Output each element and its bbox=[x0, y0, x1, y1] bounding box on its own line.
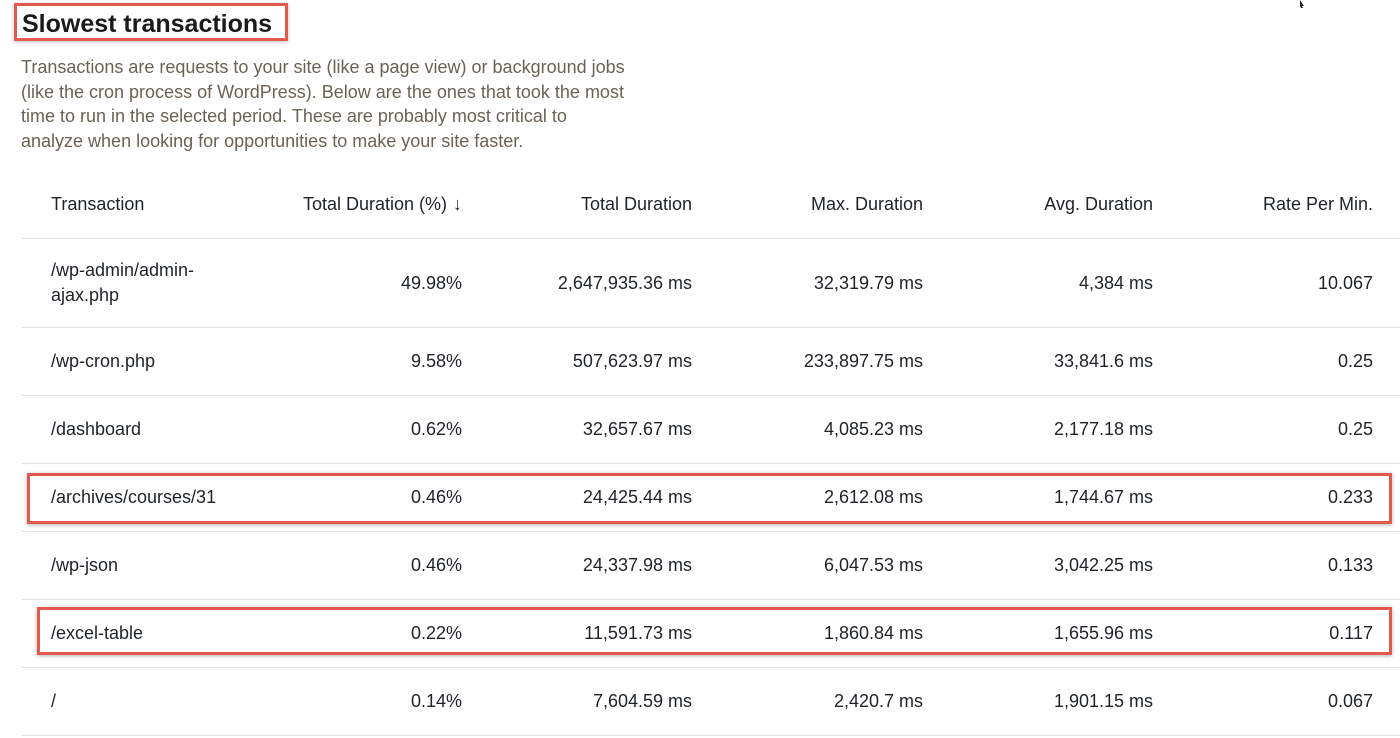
cell-spacer bbox=[1373, 531, 1400, 600]
cell-total-duration: 24,425.44 ms bbox=[462, 463, 692, 532]
column-header-total-duration[interactable]: Total Duration bbox=[462, 170, 692, 239]
cell-max-duration: 1,860.84 ms bbox=[692, 599, 923, 668]
table-row[interactable]: /archives/courses/31 0.46% 24,425.44 ms … bbox=[21, 463, 1400, 532]
cell-transaction: /dashboard bbox=[21, 395, 252, 464]
mouse-cursor-icon bbox=[1300, 0, 1304, 8]
cell-transaction: / bbox=[21, 667, 252, 736]
page-title: Slowest transactions bbox=[22, 10, 273, 38]
table-row[interactable]: /dashboard 0.62% 32,657.67 ms 4,085.23 m… bbox=[21, 395, 1400, 464]
cell-transaction: /archives/courses/31 bbox=[21, 463, 252, 532]
transactions-table: Transaction Total Duration (%) ↓ Total Du… bbox=[21, 170, 1400, 736]
cell-spacer bbox=[1373, 327, 1400, 396]
cell-avg-duration: 4,384 ms bbox=[923, 238, 1153, 328]
cell-rate-per-min: 0.25 bbox=[1153, 395, 1373, 464]
cell-max-duration: 2,612.08 ms bbox=[692, 463, 923, 532]
cell-total-duration-pct: 49.98% bbox=[252, 238, 462, 328]
cell-spacer bbox=[1373, 667, 1400, 736]
cell-spacer bbox=[1373, 463, 1400, 532]
cell-transaction: /excel-table bbox=[21, 599, 252, 668]
cell-avg-duration: 3,042.25 ms bbox=[923, 531, 1153, 600]
cell-avg-duration: 2,177.18 ms bbox=[923, 395, 1153, 464]
cell-spacer bbox=[1373, 238, 1400, 328]
cell-rate-per-min: 0.117 bbox=[1153, 599, 1373, 668]
cell-spacer bbox=[1373, 395, 1400, 464]
table-row[interactable]: /wp-json 0.46% 24,337.98 ms 6,047.53 ms … bbox=[21, 531, 1400, 600]
cell-rate-per-min: 0.133 bbox=[1153, 531, 1373, 600]
cell-total-duration-pct: 0.14% bbox=[252, 667, 462, 736]
cell-total-duration: 11,591.73 ms bbox=[462, 599, 692, 668]
cell-total-duration: 24,337.98 ms bbox=[462, 531, 692, 600]
cell-max-duration: 6,047.53 ms bbox=[692, 531, 923, 600]
cell-total-duration-pct: 0.46% bbox=[252, 531, 462, 600]
cell-spacer bbox=[1373, 599, 1400, 668]
cell-rate-per-min: 0.25 bbox=[1153, 327, 1373, 396]
cell-transaction: /wp-cron.php bbox=[21, 327, 252, 396]
cell-total-duration: 32,657.67 ms bbox=[462, 395, 692, 464]
cell-max-duration: 233,897.75 ms bbox=[692, 327, 923, 396]
cell-total-duration-pct: 0.22% bbox=[252, 599, 462, 668]
cell-total-duration: 2,647,935.36 ms bbox=[462, 238, 692, 328]
column-header-transaction[interactable]: Transaction bbox=[21, 170, 252, 239]
arrow-down-icon: ↓ bbox=[453, 193, 462, 214]
column-header-total-duration-pct[interactable]: Total Duration (%) ↓ bbox=[252, 170, 462, 239]
cell-total-duration-pct: 9.58% bbox=[252, 327, 462, 396]
cell-max-duration: 4,085.23 ms bbox=[692, 395, 923, 464]
cell-transaction: /wp-json bbox=[21, 531, 252, 600]
table-row[interactable]: /wp-cron.php 9.58% 507,623.97 ms 233,897… bbox=[21, 327, 1400, 396]
column-header-max-duration[interactable]: Max. Duration bbox=[692, 170, 923, 239]
cell-total-duration: 7,604.59 ms bbox=[462, 667, 692, 736]
page-description: Transactions are requests to your site (… bbox=[21, 57, 625, 151]
cell-transaction: /wp-admin/admin-ajax.php bbox=[21, 238, 252, 328]
cell-total-duration-pct: 0.46% bbox=[252, 463, 462, 532]
cell-max-duration: 2,420.7 ms bbox=[692, 667, 923, 736]
cell-total-duration-pct: 0.62% bbox=[252, 395, 462, 464]
cell-rate-per-min: 0.067 bbox=[1153, 667, 1373, 736]
cell-total-duration: 507,623.97 ms bbox=[462, 327, 692, 396]
cell-rate-per-min: 10.067 bbox=[1153, 238, 1373, 328]
cell-avg-duration: 1,655.96 ms bbox=[923, 599, 1153, 668]
cell-max-duration: 32,319.79 ms bbox=[692, 238, 923, 328]
cell-rate-per-min: 0.233 bbox=[1153, 463, 1373, 532]
cell-avg-duration: 33,841.6 ms bbox=[923, 327, 1153, 396]
table-row[interactable]: / 0.14% 7,604.59 ms 2,420.7 ms 1,901.15 … bbox=[21, 667, 1400, 736]
cell-avg-duration: 1,744.67 ms bbox=[923, 463, 1153, 532]
table-row[interactable]: /wp-admin/admin-ajax.php 49.98% 2,647,93… bbox=[21, 238, 1400, 328]
table-header-row: Transaction Total Duration (%) ↓ Total Du… bbox=[21, 170, 1400, 239]
table-row[interactable]: /excel-table 0.22% 11,591.73 ms 1,860.84… bbox=[21, 599, 1400, 668]
column-header-spacer bbox=[1373, 170, 1400, 239]
column-header-avg-duration[interactable]: Avg. Duration bbox=[923, 170, 1153, 239]
cell-avg-duration: 1,901.15 ms bbox=[923, 667, 1153, 736]
column-header-rate-per-min[interactable]: Rate Per Min. bbox=[1153, 170, 1373, 239]
